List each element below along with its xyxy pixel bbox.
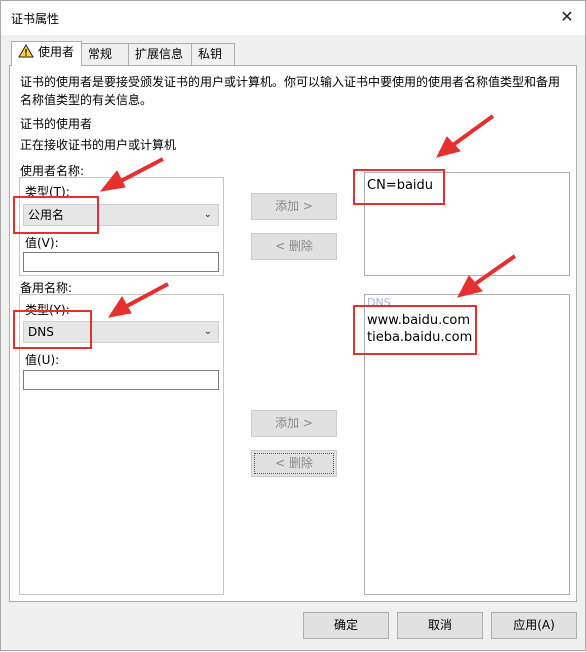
ok-button[interactable]: 确定 <box>303 612 389 639</box>
chevron-down-icon: ⌄ <box>203 209 212 220</box>
subject-value-input[interactable] <box>23 252 219 272</box>
tab-general[interactable]: 常规 <box>81 43 129 65</box>
tab-general-label: 常规 <box>88 47 113 61</box>
alt-add-button[interactable]: 添加 > <box>251 410 337 437</box>
alt-type-value: DNS <box>28 325 54 339</box>
title-bar: 证书属性 ✕ <box>1 1 585 35</box>
list-item[interactable]: CN=baidu <box>367 178 433 193</box>
alt-list-header: DNS <box>367 296 391 309</box>
apply-button[interactable]: 应用(A) <box>491 612 577 639</box>
tab-subject-label: 使用者 <box>38 45 75 59</box>
alt-value-label: 值(U): <box>25 353 60 367</box>
alt-type-label: 类型(Y): <box>25 303 70 317</box>
chevron-down-icon: ⌄ <box>203 326 212 337</box>
subject-type-value: 公用名 <box>28 208 65 222</box>
subject-add-button[interactable]: 添加 > <box>251 193 337 220</box>
warning-icon <box>18 44 34 58</box>
alt-remove-button[interactable]: < 删除 <box>251 450 337 477</box>
alt-value-input[interactable] <box>23 370 219 390</box>
subject-subheading: 正在接收证书的用户或计算机 <box>20 138 177 152</box>
window-title: 证书属性 <box>11 12 60 26</box>
tab-subject[interactable]: 使用者 <box>11 41 82 66</box>
list-item[interactable]: tieba.baidu.com <box>367 330 472 345</box>
tab-extensions[interactable]: 扩展信息 <box>128 43 192 65</box>
subject-type-select[interactable]: 公用名 ⌄ <box>23 204 219 226</box>
tab-extensions-label: 扩展信息 <box>135 47 184 61</box>
cancel-button[interactable]: 取消 <box>397 612 483 639</box>
list-item[interactable]: www.baidu.com <box>367 313 470 328</box>
subject-heading: 证书的使用者 <box>20 117 93 131</box>
tab-private-key[interactable]: 私钥 <box>191 43 235 65</box>
close-icon[interactable]: ✕ <box>555 5 579 29</box>
subject-remove-button[interactable]: < 删除 <box>251 233 337 260</box>
certificate-properties-dialog: 证书属性 ✕ 使用者 常规 扩展信息 私钥 证书的使用者是要接受颁发证书的用户或… <box>0 0 586 651</box>
subject-value-label: 值(V): <box>25 236 59 250</box>
subject-type-label: 类型(T): <box>25 185 70 199</box>
tab-private-key-label: 私钥 <box>198 47 223 61</box>
alt-type-select[interactable]: DNS ⌄ <box>23 321 219 343</box>
panel-description: 证书的使用者是要接受颁发证书的用户或计算机。你可以输入证书中要使用的使用者名称值… <box>20 75 561 107</box>
